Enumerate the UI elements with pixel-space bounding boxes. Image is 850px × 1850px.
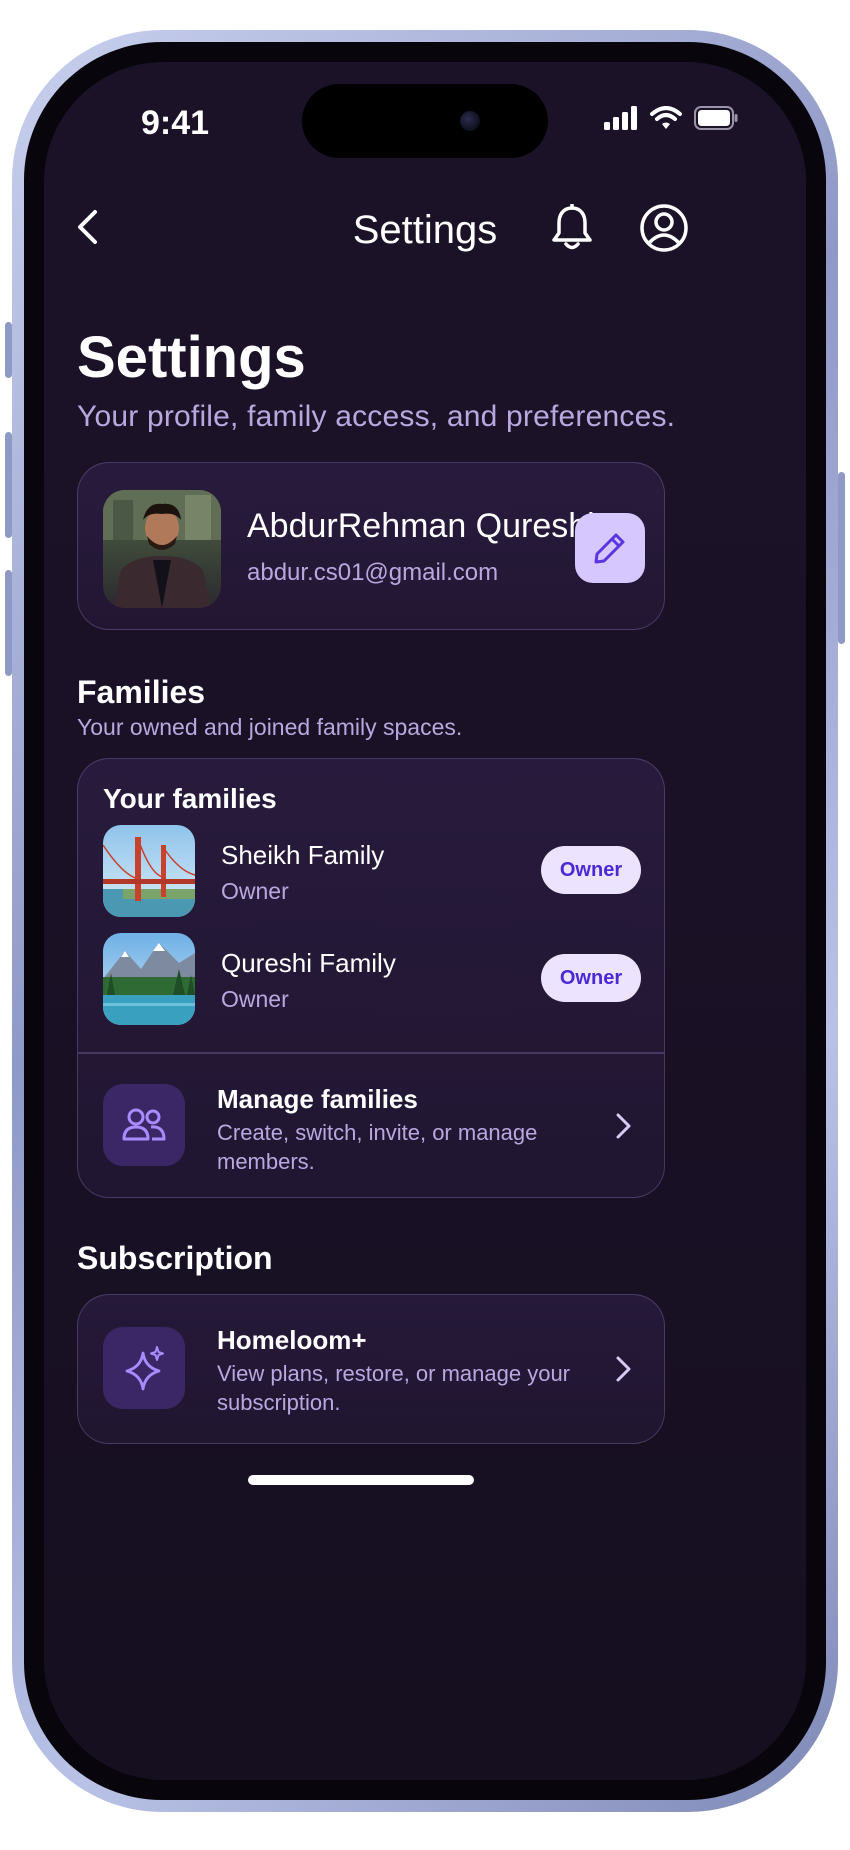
nav-bar: Settings [44,188,806,268]
subscription-section-title: Subscription [77,1240,273,1276]
action-button [5,322,12,378]
subscription-description: View plans, restore, or manage your subs… [217,1361,570,1415]
bell-icon [552,204,592,250]
volume-up-button [5,432,12,538]
subscription-card[interactable]: Homeloom+ View plans, restore, or manage… [77,1294,665,1444]
family-role: Owner [221,986,289,1012]
manage-families-tile [103,1084,185,1166]
families-section-title: Families [77,674,206,710]
user-circle-icon [640,204,688,252]
subscription-tile [103,1327,185,1409]
families-section-subtitle: Your owned and joined family spaces. [77,714,463,740]
wifi-icon [650,106,682,129]
page-title: Settings [77,325,306,390]
home-indicator[interactable] [248,1475,474,1485]
status-icons [604,106,738,130]
family-thumbnail [103,825,195,917]
families-card: Your families Sheikh Family Owner Owner [77,758,665,1198]
screen: 9:41 Settings Settings Your profile, fam… [44,62,806,1780]
manage-families-description: Create, switch, invite, or manage member… [217,1120,538,1174]
edit-profile-button[interactable] [575,513,645,583]
dynamic-island [302,84,548,158]
avatar [103,490,221,608]
profile-email: abdur.cs01@gmail.com [247,559,499,586]
profile-button[interactable] [634,198,694,258]
users-icon [122,1108,166,1141]
family-row-qureshi[interactable]: Qureshi Family Owner Owner [78,933,664,1029]
subscription-title: Homeloom+ [217,1325,367,1355]
family-name: Qureshi Family [221,948,396,978]
profile-name: AbdurRehman Qureshi [247,507,595,545]
battery-icon [694,106,738,130]
manage-families-title: Manage families [217,1084,418,1114]
family-name: Sheikh Family [221,840,385,870]
family-role: Owner [221,878,289,904]
power-button [838,472,845,644]
family-thumbnail [103,933,195,1025]
volume-down-button [5,570,12,676]
manage-families-row[interactable]: Manage families Create, switch, invite, … [78,1054,664,1195]
chevron-right-icon [608,1349,638,1389]
owner-badge: Owner [541,954,641,1002]
your-families-heading: Your families [103,783,277,814]
pencil-icon [594,533,625,564]
chevron-right-icon [608,1106,638,1146]
profile-card[interactable]: AbdurRehman Qureshi abdur.cs01@gmail.com [77,462,665,630]
notifications-button[interactable] [544,200,600,256]
signal-icon [604,106,637,130]
owner-badge: Owner [541,846,641,894]
family-row-sheikh[interactable]: Sheikh Family Owner Owner [78,825,664,921]
camera-icon [460,111,480,131]
status-time: 9:41 [141,104,210,142]
sparkle-icon [125,1346,164,1391]
page-subtitle: Your profile, family access, and prefere… [77,400,676,433]
